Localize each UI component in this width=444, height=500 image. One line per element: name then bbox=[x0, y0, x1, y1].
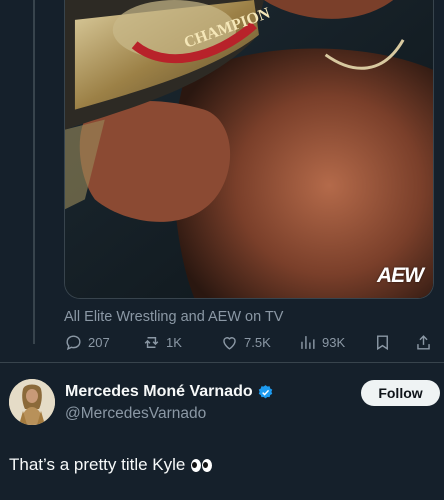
bookmark-icon bbox=[377, 335, 388, 351]
tweet-action-bar: 207 1K 7.5K 93K bbox=[64, 333, 436, 355]
thread-connector-line bbox=[33, 0, 35, 344]
reply-tweet-text: That’s a pretty title Kyle bbox=[9, 455, 213, 475]
tweet-thread-page: CHAMPION AEW All Elite Wrestling and AEW… bbox=[0, 0, 444, 500]
avatar-photo bbox=[9, 379, 55, 425]
reply-button[interactable]: 207 bbox=[64, 333, 110, 352]
aew-watermark-logo: AEW bbox=[377, 264, 424, 287]
follow-button[interactable]: Follow bbox=[361, 380, 440, 406]
repost-count: 1K bbox=[166, 335, 182, 350]
author-display-name[interactable]: Mercedes Moné Varnado bbox=[65, 383, 274, 401]
author-name-text: Mercedes Moné Varnado bbox=[65, 383, 253, 400]
repost-button[interactable]: 1K bbox=[142, 333, 182, 352]
eye-right-icon bbox=[202, 458, 213, 472]
source-attribution[interactable]: All Elite Wrestling and AEW on TV bbox=[64, 309, 283, 325]
author-handle[interactable]: @MercedesVarnado bbox=[65, 405, 274, 423]
views-count: 93K bbox=[322, 335, 346, 350]
wrestler-photo: CHAMPION bbox=[65, 0, 433, 298]
reply-author-block[interactable]: Mercedes Moné Varnado @MercedesVarnado bbox=[65, 383, 274, 423]
bookmark-button[interactable] bbox=[373, 333, 392, 352]
tweet-divider bbox=[0, 362, 444, 363]
like-count: 7.5K bbox=[244, 335, 271, 350]
heart-icon bbox=[223, 337, 236, 350]
views-chart-icon bbox=[301, 336, 315, 349]
eye-left-icon bbox=[191, 458, 202, 472]
like-button[interactable]: 7.5K bbox=[220, 333, 271, 352]
verified-badge-icon bbox=[258, 384, 272, 398]
eyes-emoji-icon bbox=[191, 458, 213, 472]
share-button[interactable] bbox=[414, 333, 433, 352]
tweet-media-image[interactable]: CHAMPION AEW bbox=[64, 0, 434, 299]
views-button[interactable]: 93K bbox=[298, 333, 345, 352]
share-icon bbox=[417, 335, 430, 350]
repost-icon bbox=[144, 337, 159, 348]
reply-text: That’s a pretty title Kyle bbox=[9, 455, 186, 474]
reply-icon bbox=[66, 335, 81, 351]
avatar[interactable] bbox=[9, 379, 55, 425]
reply-count: 207 bbox=[88, 335, 110, 350]
